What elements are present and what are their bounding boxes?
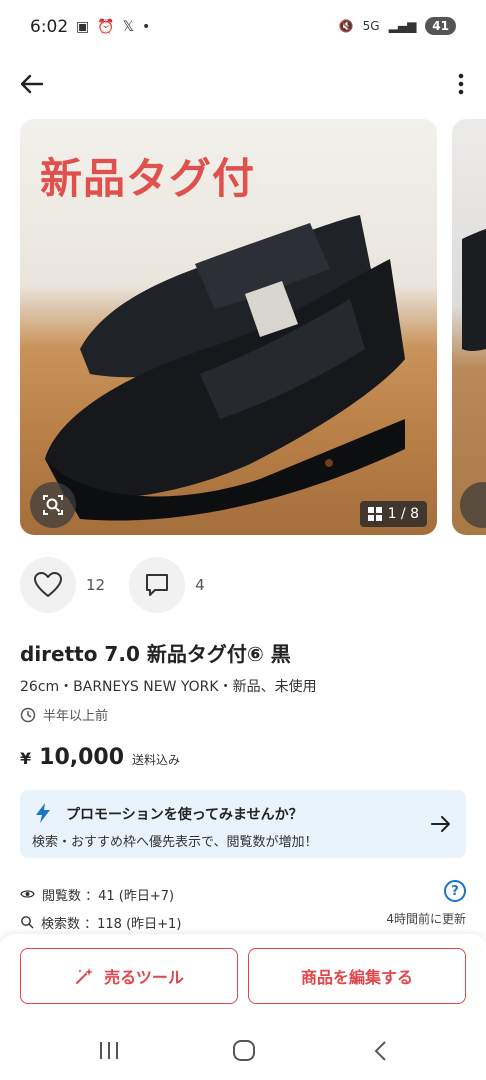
app-bar bbox=[0, 60, 486, 108]
comment-icon bbox=[146, 574, 169, 596]
shoe-illustration-next bbox=[462, 228, 486, 351]
comment-button[interactable] bbox=[129, 557, 186, 613]
dot-icon: • bbox=[141, 19, 151, 35]
search-icon bbox=[21, 916, 34, 929]
status-bar: 6:02 ▣ ⏰ 𝕏 • 🔇 5G ▂▄▆ 41 bbox=[0, 0, 486, 56]
updated-time: 4時間前に更新 bbox=[386, 912, 466, 926]
price-currency: ¥ bbox=[20, 749, 32, 768]
price-value: 10,000 bbox=[39, 745, 125, 770]
mute-icon: 🔇 bbox=[338, 19, 354, 33]
shipping-label: 送料込み bbox=[132, 753, 181, 767]
edit-item-button[interactable]: 商品を編集する bbox=[248, 948, 466, 1004]
photo-overlay-text: 新品タグ付 bbox=[40, 154, 256, 203]
back-arrow-icon[interactable] bbox=[18, 70, 46, 98]
searches-stat: 検索数 ：118 (昨日+1) bbox=[41, 916, 182, 932]
status-time: 6:02 bbox=[30, 17, 69, 37]
heart-icon bbox=[34, 572, 62, 597]
grid-icon bbox=[367, 507, 382, 521]
promotion-title: プロモーションを使ってみませんか？ bbox=[66, 807, 303, 823]
promotion-banner[interactable]: プロモーションを使ってみませんか？ 検索・おすすめ枠へ優先表示で、閲覧数が増加！ bbox=[20, 790, 466, 858]
sell-tool-button[interactable]: 売るツール bbox=[20, 948, 238, 1004]
lens-search-icon bbox=[43, 495, 63, 515]
engagement-row: 12 4 bbox=[20, 557, 229, 613]
system-back-icon[interactable] bbox=[374, 1041, 386, 1061]
promotion-subtitle: 検索・おすすめ枠へ優先表示で、閲覧数が増加！ bbox=[32, 835, 318, 850]
eye-icon bbox=[20, 890, 35, 898]
product-photo[interactable]: 新品タグ付 1 / 8 bbox=[20, 119, 437, 535]
alarm-icon: ⏰ bbox=[97, 19, 115, 35]
sparkle-wand-icon bbox=[76, 968, 94, 984]
more-options-icon[interactable] bbox=[456, 70, 466, 98]
x-app-icon: 𝕏 bbox=[122, 19, 134, 35]
views-row: 閲覧数 ：41 (昨日+7) bbox=[20, 880, 466, 908]
image-counter-label: 1 / 8 bbox=[387, 506, 419, 522]
price-row: ¥ 10,000 送料込み bbox=[20, 745, 180, 770]
edit-item-label: 商品を編集する bbox=[300, 968, 413, 987]
next-product-photo[interactable] bbox=[452, 119, 486, 535]
bottom-action-bar: 売るツール 商品を編集する bbox=[0, 934, 486, 1024]
signal-icon: ▂▄▆ bbox=[388, 19, 417, 33]
image-carousel[interactable]: 新品タグ付 1 / 8 bbox=[20, 119, 486, 535]
arrow-right-icon bbox=[431, 816, 450, 832]
clock-icon bbox=[20, 707, 36, 722]
home-icon[interactable] bbox=[233, 1040, 255, 1061]
network-label: 5G bbox=[362, 19, 380, 33]
image-search-button[interactable] bbox=[30, 482, 76, 528]
help-icon[interactable]: ? bbox=[444, 880, 466, 902]
comment-count: 4 bbox=[195, 576, 205, 594]
views-stat: 閲覧数 ：41 (昨日+7) bbox=[42, 888, 175, 904]
system-nav-bar bbox=[0, 1024, 486, 1080]
sell-tool-label: 売るツール bbox=[104, 968, 184, 987]
lightning-icon bbox=[36, 803, 50, 823]
posted-time: 半年以上前 bbox=[43, 709, 109, 724]
stats-section: 閲覧数 ：41 (昨日+7) 検索数 ：118 (昨日+1) ? 4時間前に更新 bbox=[20, 880, 466, 936]
recent-apps-icon[interactable] bbox=[100, 1042, 118, 1059]
image-counter: 1 / 8 bbox=[359, 501, 427, 527]
screenshot-icon: ▣ bbox=[76, 19, 90, 35]
product-title: diretto 7.0 新品タグ付⑥ 黒 bbox=[20, 642, 291, 666]
system-nav-icons bbox=[100, 1040, 386, 1061]
product-subtitle: 26cm・BARNEYS NEW YORK・新品、未使用 bbox=[20, 679, 317, 695]
posted-time-row: 半年以上前 bbox=[20, 705, 108, 724]
battery-icon: 41 bbox=[425, 17, 456, 35]
like-count: 12 bbox=[86, 576, 106, 594]
like-button[interactable] bbox=[20, 557, 76, 613]
